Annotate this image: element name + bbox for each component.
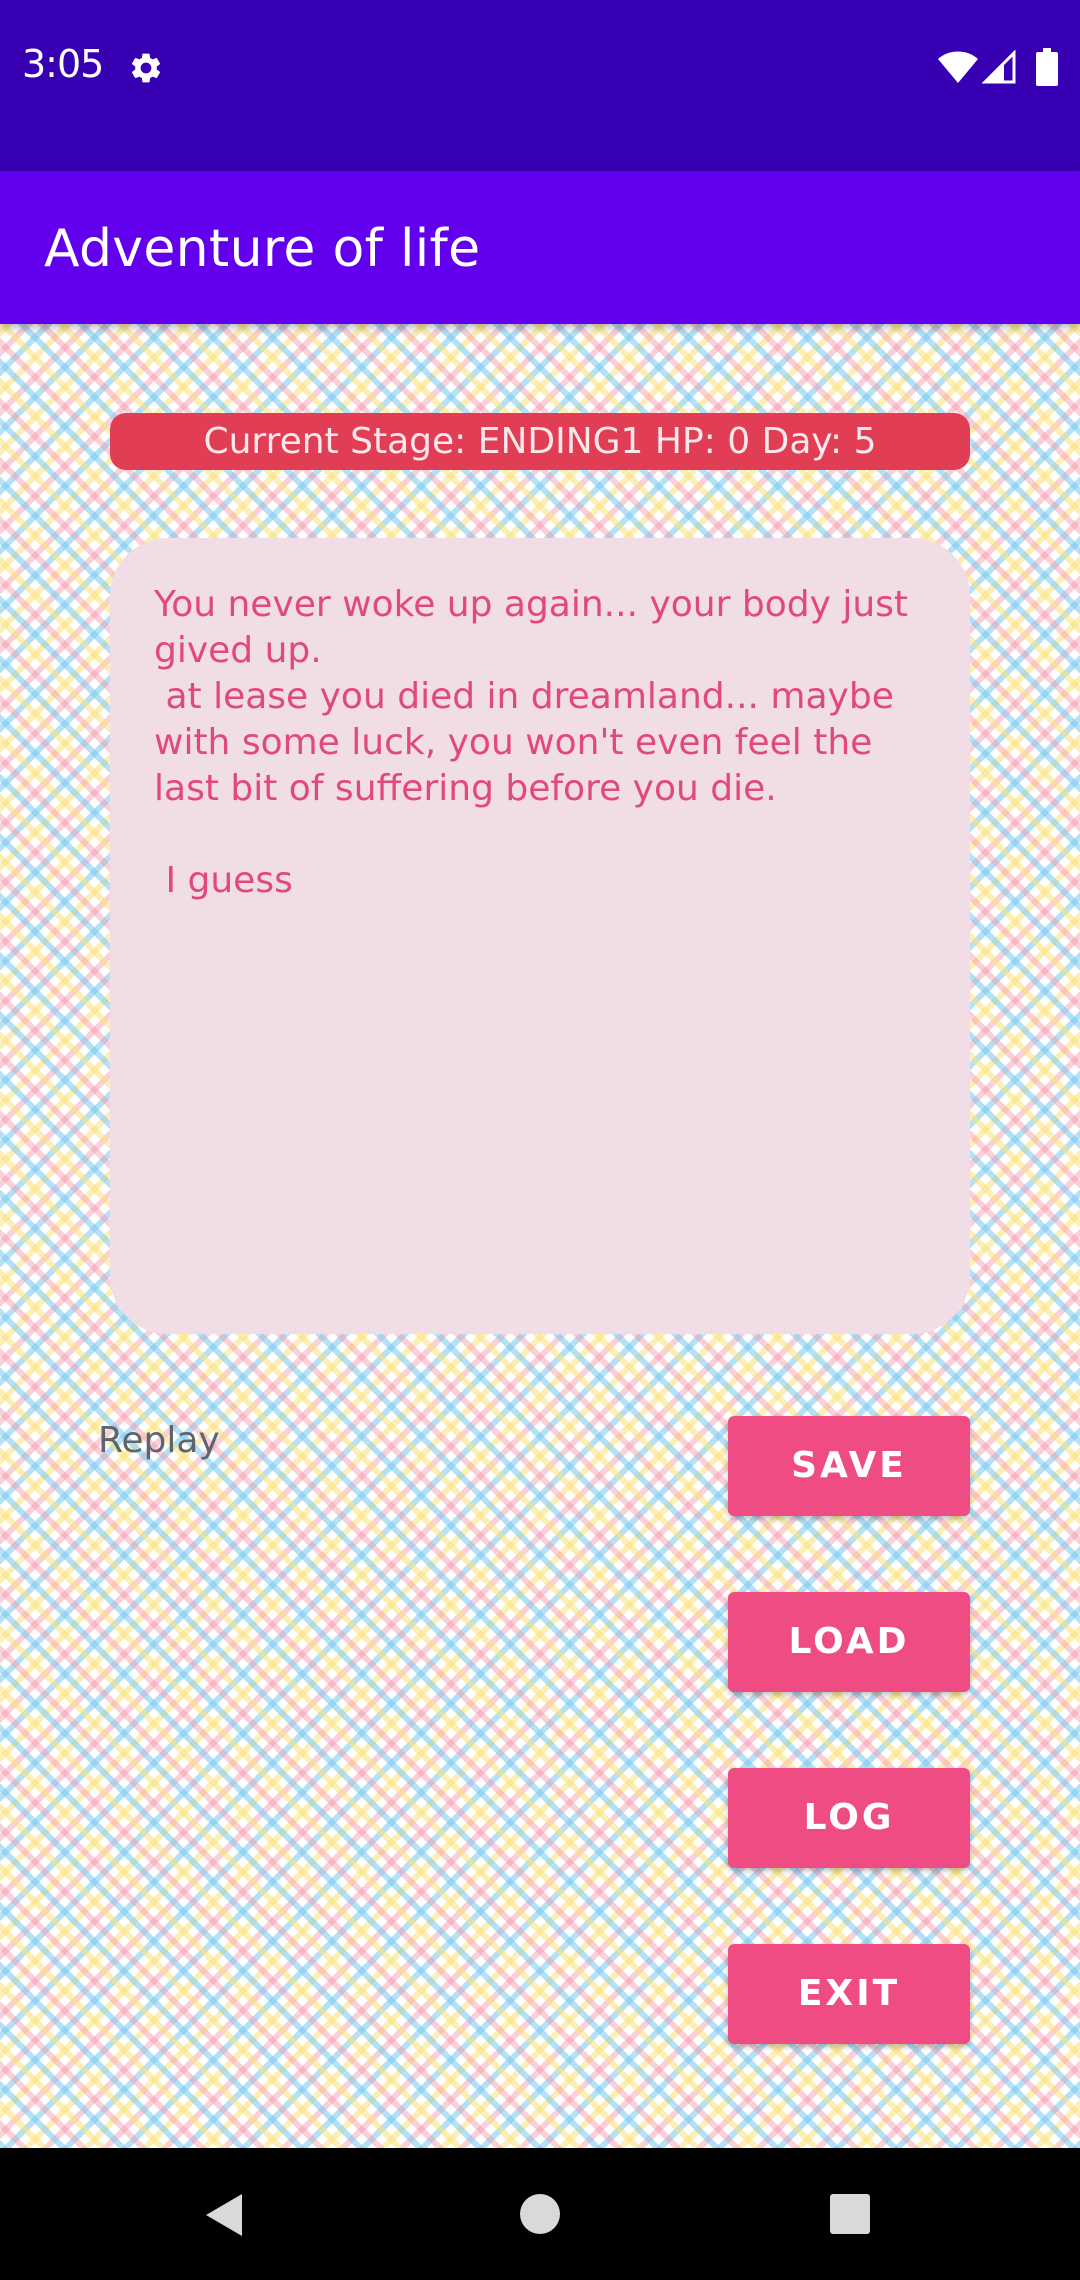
story-panel: You never woke up again... your body jus…	[110, 538, 970, 1334]
cell-signal-icon	[982, 50, 1016, 84]
save-button[interactable]: SAVE	[728, 1416, 970, 1516]
exit-button[interactable]: EXIT	[728, 1944, 970, 2044]
story-text: You never woke up again... your body jus…	[154, 584, 909, 901]
status-bar: 3:05	[0, 0, 1080, 171]
app-bar: Adventure of life	[0, 171, 1080, 324]
status-time: 3:05	[22, 42, 104, 86]
game-content: Current Stage: ENDING1 HP: 0 Day: 5 You …	[0, 324, 1080, 2148]
home-icon[interactable]	[519, 2193, 561, 2235]
back-icon[interactable]	[202, 2192, 246, 2238]
app-title: Adventure of life	[44, 219, 481, 279]
load-button[interactable]: LOAD	[728, 1592, 970, 1692]
navigation-bar	[0, 2148, 1080, 2280]
wifi-icon	[938, 51, 978, 83]
settings-icon	[131, 53, 161, 83]
replay-button[interactable]: Replay	[98, 1420, 220, 1461]
stage-status-banner: Current Stage: ENDING1 HP: 0 Day: 5	[110, 413, 970, 470]
recents-icon[interactable]	[830, 2194, 870, 2234]
log-button[interactable]: LOG	[728, 1768, 970, 1868]
battery-icon	[1036, 48, 1058, 86]
